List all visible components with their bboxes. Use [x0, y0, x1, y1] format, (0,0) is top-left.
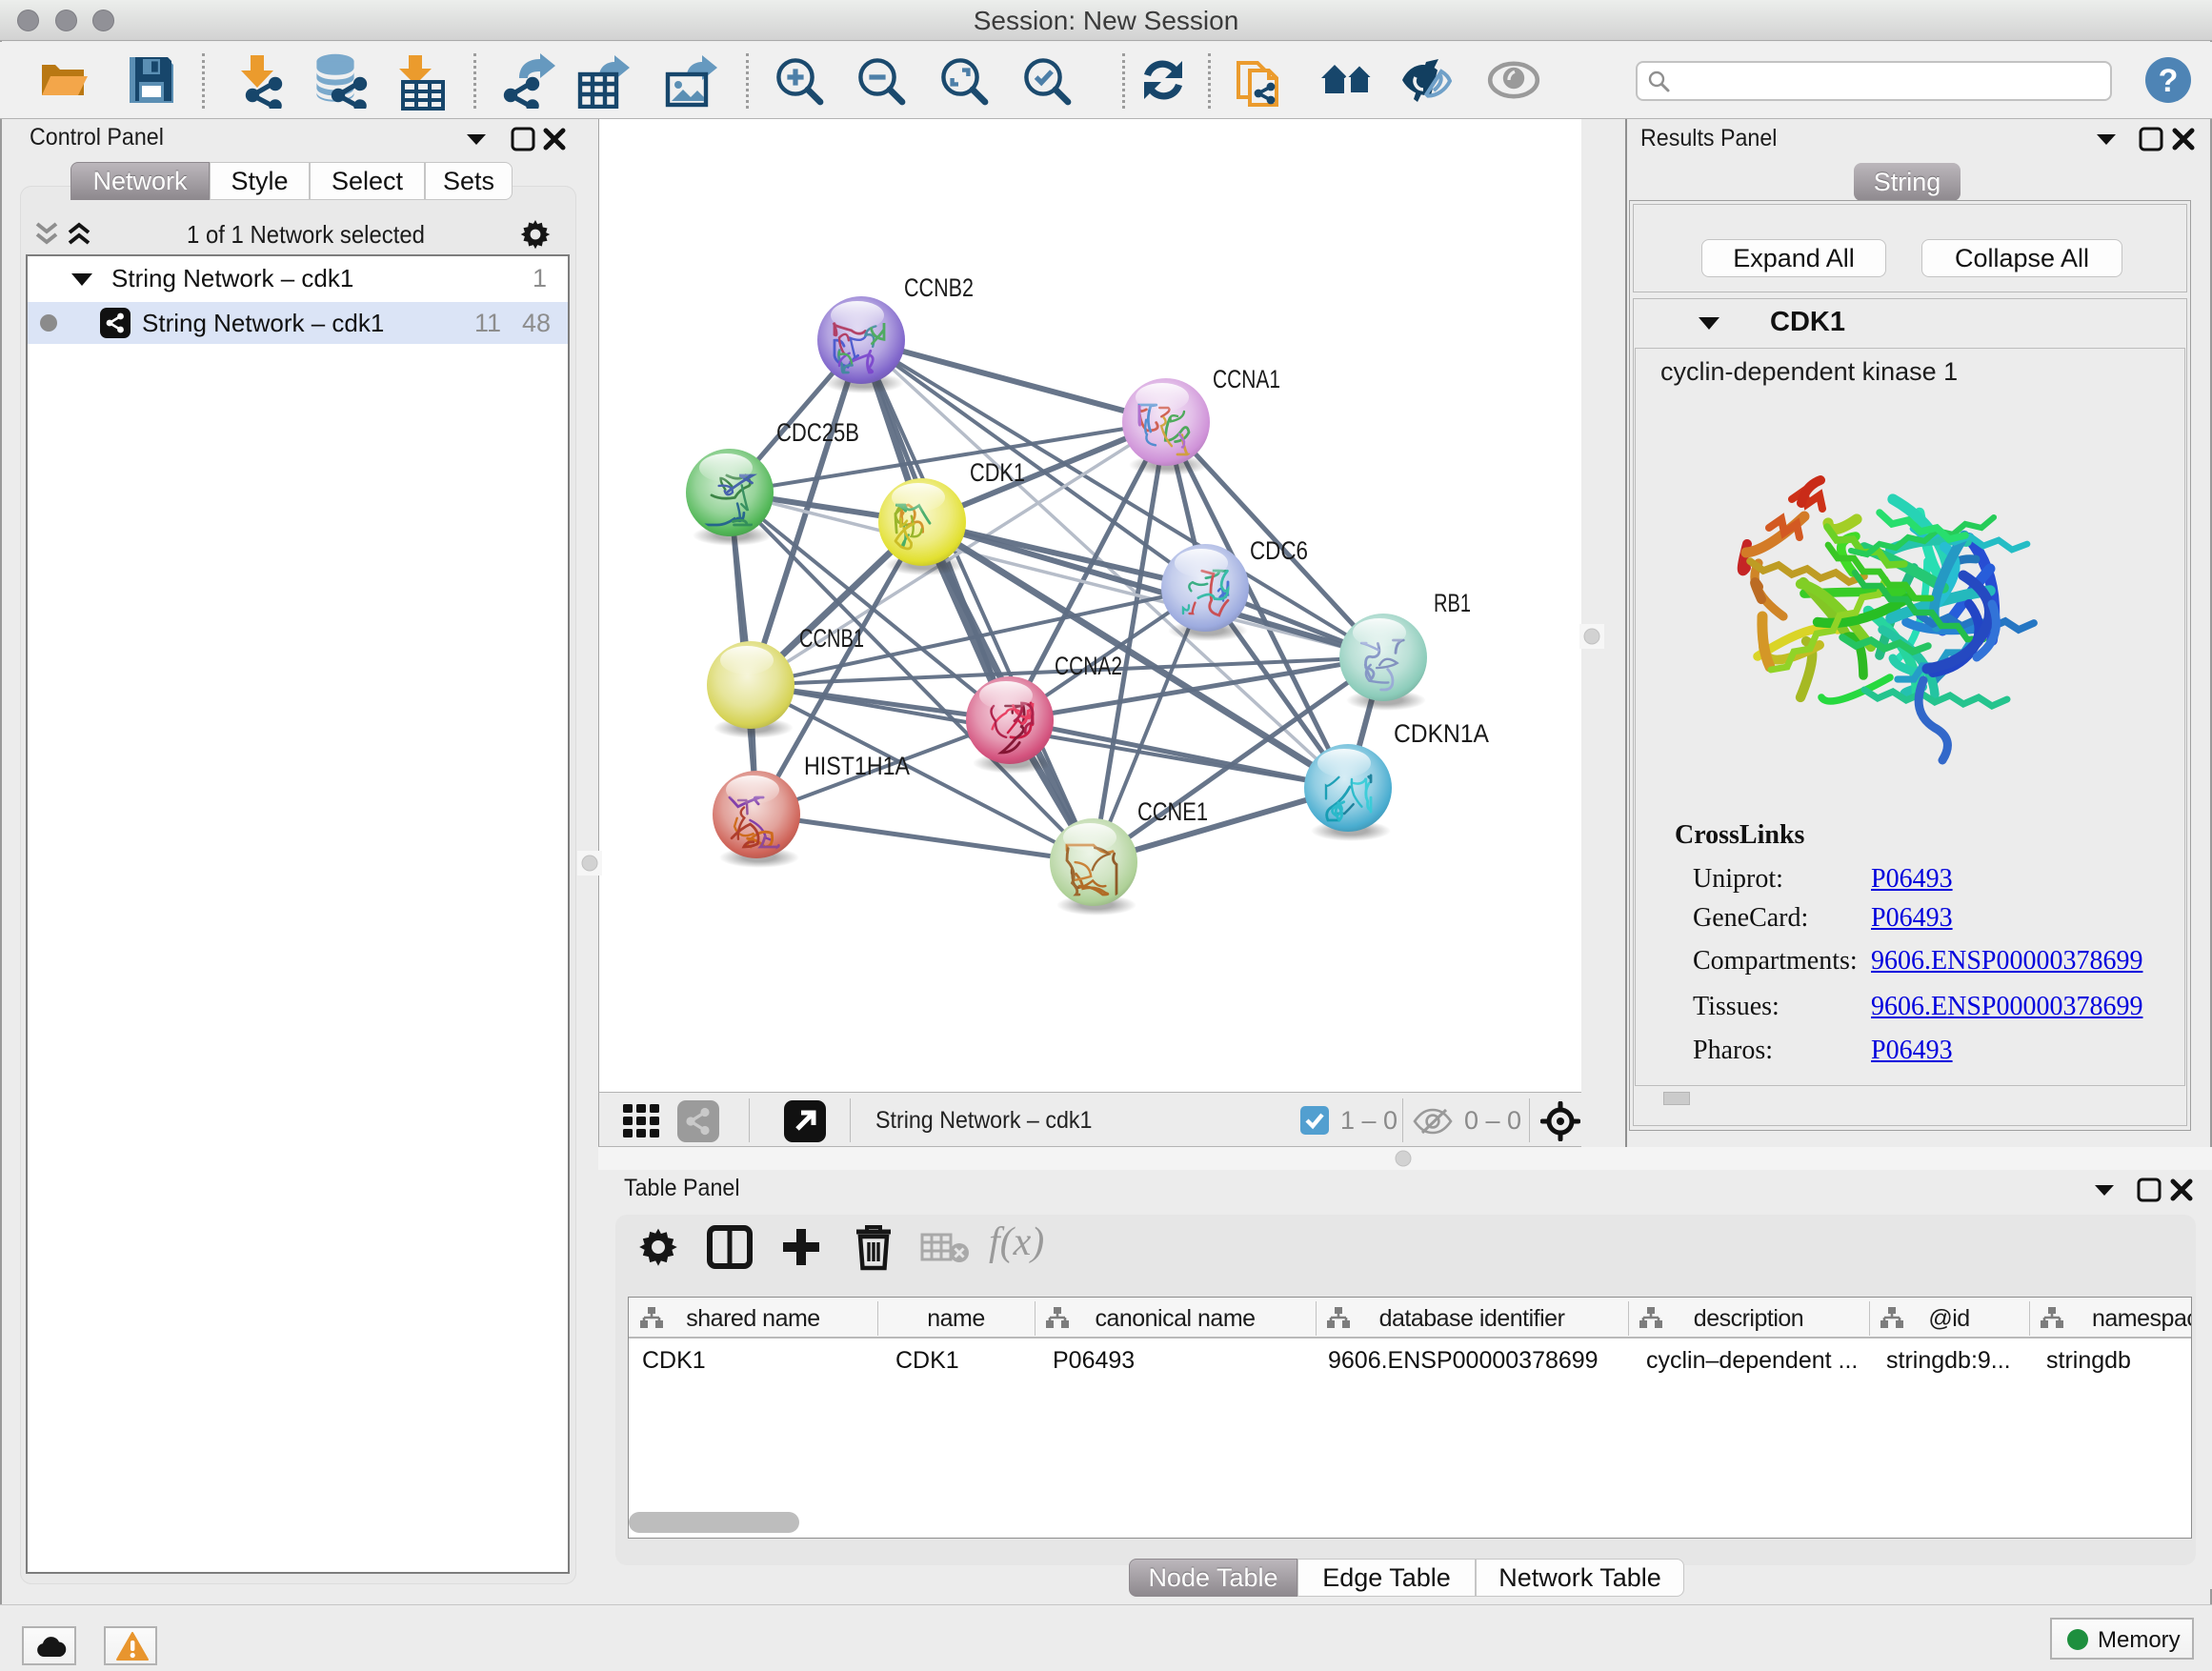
svg-text:CDK1: CDK1	[970, 458, 1025, 487]
svg-text:HIST1H1A: HIST1H1A	[804, 752, 910, 780]
svg-text:CCNA2: CCNA2	[1055, 652, 1122, 680]
svg-text:RB1: RB1	[1434, 589, 1471, 617]
svg-text:CDC6: CDC6	[1250, 536, 1308, 565]
svg-text:CCNB1: CCNB1	[799, 624, 864, 653]
svg-text:CCNB2: CCNB2	[904, 273, 974, 302]
svg-text:CDKN1A: CDKN1A	[1394, 719, 1489, 748]
svg-text:CCNA1: CCNA1	[1213, 365, 1280, 393]
svg-text:CCNE1: CCNE1	[1137, 797, 1208, 826]
svg-text:?: ?	[2159, 63, 2179, 99]
svg-text:CDC25B: CDC25B	[776, 418, 859, 447]
